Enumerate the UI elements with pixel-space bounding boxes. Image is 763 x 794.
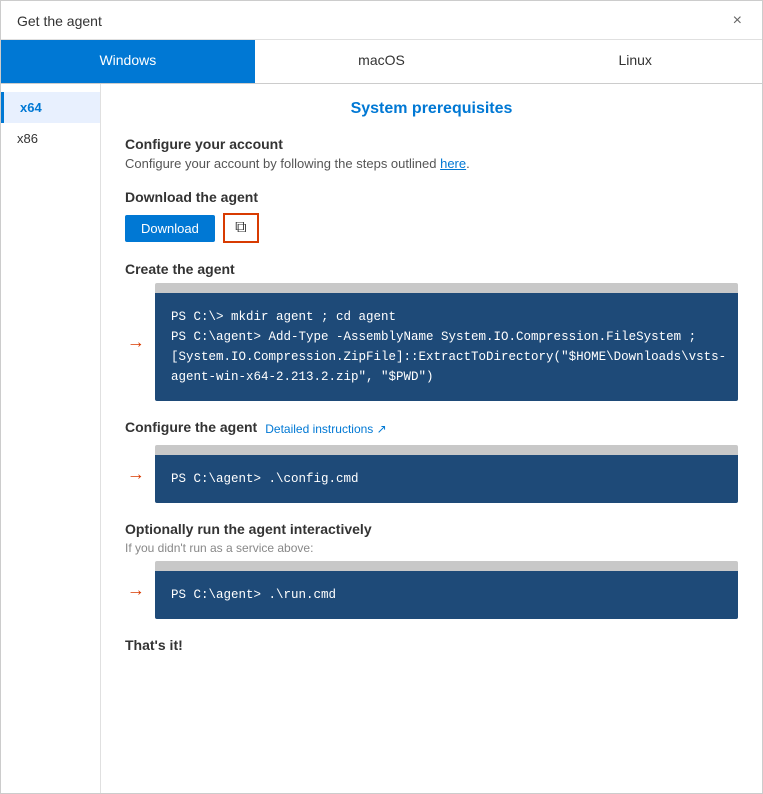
prerequisites-title: System prerequisites [125, 100, 738, 118]
detailed-instructions-link[interactable]: Detailed instructions ↗ [265, 422, 386, 436]
main-content: System prerequisites Configure your acco… [101, 84, 762, 793]
prerequisites-section: System prerequisites [125, 100, 738, 118]
tab-linux[interactable]: Linux [508, 40, 762, 83]
create-arrow-icon: → [127, 332, 145, 353]
create-code-wrapper: → PS C:\> mkdir agent ; cd agent PS C:\a… [155, 283, 738, 401]
optional-section: Optionally run the agent interactively I… [125, 521, 738, 619]
arch-item-x64[interactable]: x64 [1, 92, 100, 123]
arch-sidebar: x64 x86 [1, 84, 101, 793]
configure-code-wrapper: → PS C:\agent> .\config.cmd [155, 445, 738, 503]
optional-subtext: If you didn't run as a service above: [125, 541, 738, 555]
configure-heading: Configure the agent [125, 419, 257, 435]
download-section: Download the agent Download ⧉ [125, 189, 738, 243]
configure-arrow-icon: → [127, 464, 145, 485]
tab-windows[interactable]: Windows [1, 40, 255, 83]
dialog: Get the agent × Windows macOS Linux x64 … [0, 0, 763, 794]
run-code-block: PS C:\agent> .\run.cmd [155, 571, 738, 619]
create-section: Create the agent → PS C:\> mkdir agent ;… [125, 261, 738, 401]
configure-account-heading: Configure your account [125, 136, 738, 152]
dialog-title: Get the agent [17, 13, 102, 29]
download-button[interactable]: Download [125, 215, 215, 242]
os-tabs: Windows macOS Linux [1, 40, 762, 84]
configure-code-topbar [155, 445, 738, 455]
arch-item-x86[interactable]: x86 [1, 123, 100, 154]
optional-heading: Optionally run the agent interactively [125, 521, 738, 537]
run-code-wrapper: → PS C:\agent> .\run.cmd [155, 561, 738, 619]
create-heading: Create the agent [125, 261, 738, 277]
thats-it-label: That's it! [125, 637, 738, 653]
tab-macos[interactable]: macOS [255, 40, 509, 83]
run-arrow-icon: → [127, 580, 145, 601]
configure-section: Configure the agent Detailed instruction… [125, 419, 738, 503]
run-code-topbar [155, 561, 738, 571]
content-area: x64 x86 System prerequisites Configure y… [1, 84, 762, 793]
configure-header: Configure the agent Detailed instruction… [125, 419, 738, 439]
create-code-block: PS C:\> mkdir agent ; cd agent PS C:\age… [155, 293, 738, 401]
configure-code-block: PS C:\agent> .\config.cmd [155, 455, 738, 503]
configure-account-link[interactable]: here [440, 156, 466, 171]
copy-button[interactable]: ⧉ [223, 213, 259, 243]
title-bar: Get the agent × [1, 1, 762, 40]
close-button[interactable]: × [729, 11, 746, 31]
create-code-topbar [155, 283, 738, 293]
copy-icon: ⧉ [235, 219, 246, 237]
download-row: Download ⧉ [125, 213, 738, 243]
configure-account-section: Configure your account Configure your ac… [125, 136, 738, 171]
configure-account-text: Configure your account by following the … [125, 156, 738, 171]
configure-account-description: Configure your account by following the … [125, 156, 440, 171]
download-heading: Download the agent [125, 189, 738, 205]
